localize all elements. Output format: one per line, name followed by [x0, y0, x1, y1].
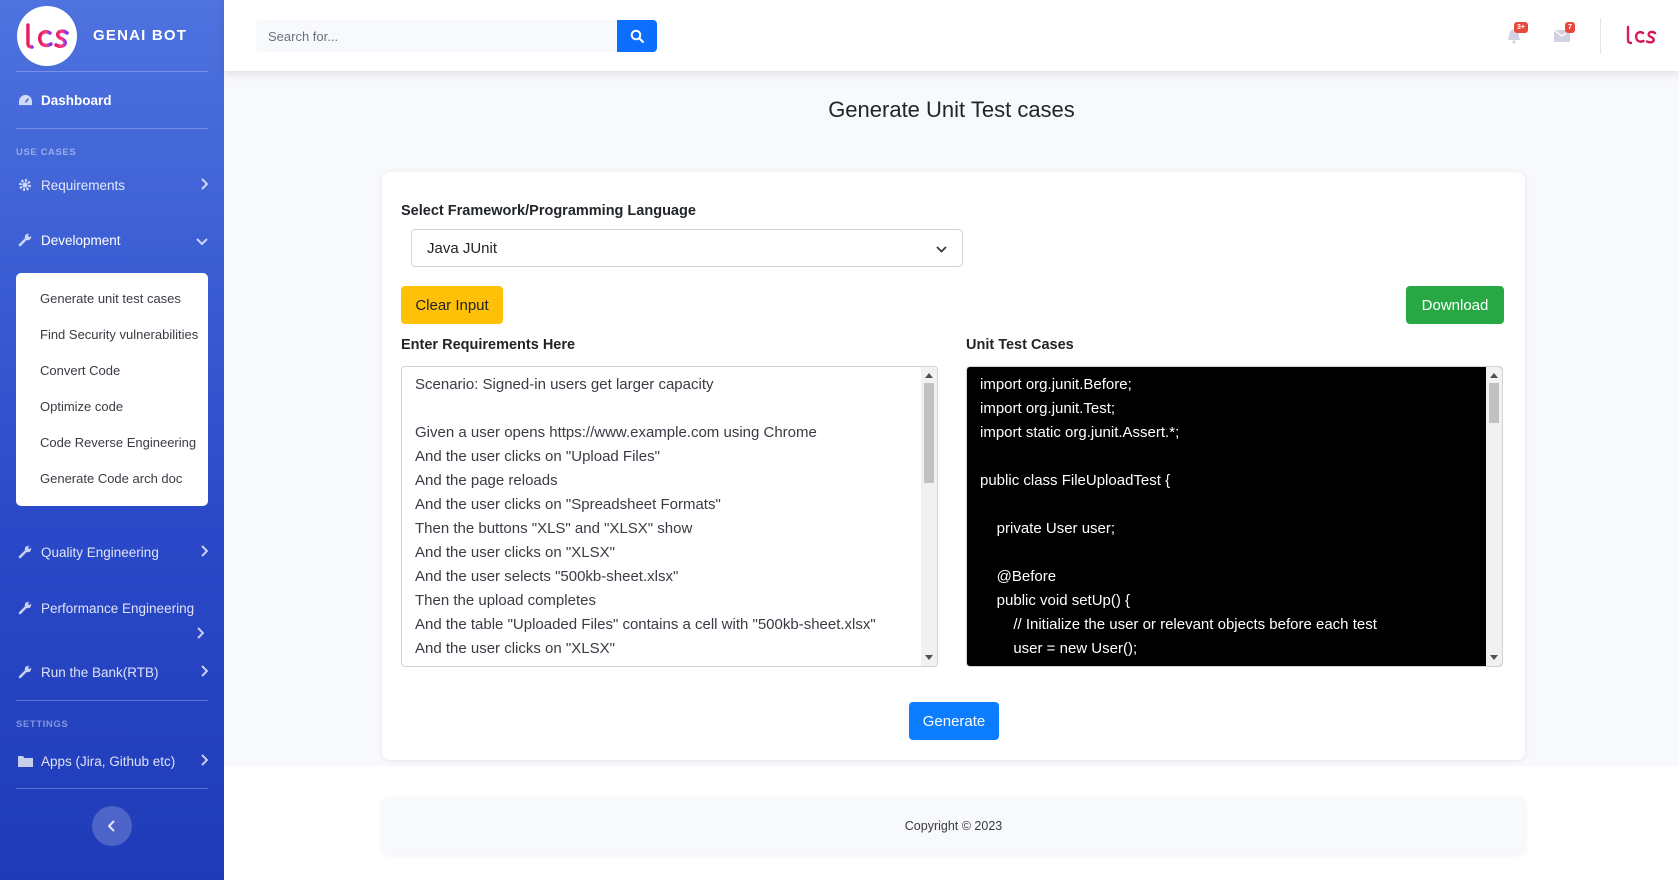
section-heading-settings: SETTINGS [16, 719, 69, 730]
sidebar-item-dashboard[interactable]: Dashboard [0, 72, 224, 128]
submenu-item-optimize-code[interactable]: Optimize code [16, 389, 208, 425]
sidebar-item-label: Dashboard [41, 92, 112, 108]
sidebar-item-apps[interactable]: Apps (Jira, Github etc) [0, 745, 224, 777]
sidebar-item-label: Quality Engineering [41, 544, 159, 560]
copyright-text: Copyright © 2023 [904, 819, 1003, 833]
section-heading-use-cases: USE CASES [16, 147, 77, 158]
sidebar-item-quality-engineering[interactable]: Quality Engineering [0, 536, 224, 568]
submenu-item-code-reverse-engineering[interactable]: Code Reverse Engineering [16, 425, 208, 461]
framework-select[interactable]: Java JUnit [411, 229, 963, 267]
wrench-icon [16, 233, 34, 247]
sidebar-item-label: Development [41, 232, 121, 248]
user-logo[interactable] [1623, 24, 1658, 51]
requirements-textarea[interactable]: Scenario: Signed-in users get larger cap… [401, 366, 938, 667]
page-title: Generate Unit Test cases [828, 97, 1075, 122]
gear-icon [16, 178, 34, 192]
scroll-up-icon[interactable] [925, 373, 933, 378]
wrench-icon [16, 545, 34, 559]
framework-select-value: Java JUnit [427, 239, 498, 257]
sidebar-item-requirements[interactable]: Requirements [0, 169, 224, 201]
clear-input-button[interactable]: Clear Input [401, 286, 503, 324]
chevron-right-icon [196, 626, 205, 644]
topbar-divider [1600, 18, 1601, 54]
search-form [256, 20, 657, 52]
sidebar-item-label: Performance Engineering [41, 600, 195, 616]
scroll-thumb[interactable] [1489, 383, 1499, 423]
chevron-down-icon [196, 233, 208, 248]
submenu-item-find-security-vulnerabilities[interactable]: Find Security vulnerabilities [16, 317, 208, 353]
requirements-label: Enter Requirements Here [401, 337, 576, 353]
scroll-up-icon[interactable] [1490, 373, 1498, 378]
brand[interactable]: GENAI BOT [0, 0, 224, 71]
sidebar-item-run-the-bank[interactable]: Run the Bank(RTB) [0, 656, 224, 688]
tcs-logo-icon [22, 22, 69, 49]
topbar: 3+ 7 [224, 0, 1679, 71]
unit-tests-text: import org.junit.Before; import org.juni… [980, 376, 1377, 657]
chevron-left-icon [108, 820, 115, 832]
footer: Copyright © 2023 [382, 798, 1525, 854]
sidebar-divider [16, 700, 208, 701]
scroll-down-icon[interactable] [1490, 655, 1498, 660]
sidebar-item-performance-engineering[interactable]: Performance Engineering [0, 592, 224, 624]
scroll-thumb[interactable] [924, 383, 934, 483]
tests-label: Unit Test Cases [966, 337, 1074, 353]
requirements-scrollbar[interactable] [921, 367, 937, 666]
tcs-logo-icon [1623, 25, 1657, 45]
chevron-right-icon [200, 544, 209, 560]
wrench-icon [16, 665, 34, 679]
sidebar-divider [16, 128, 208, 129]
tachometer-icon [16, 94, 34, 107]
messages-badge: 7 [1565, 22, 1575, 33]
chevron-right-icon [200, 177, 209, 193]
framework-label: Select Framework/Programming Language [401, 203, 696, 219]
tcs-logo [17, 5, 77, 66]
search-input[interactable] [256, 20, 617, 52]
sidebar-item-label: Run the Bank(RTB) [41, 664, 159, 680]
generate-button[interactable]: Generate [909, 702, 999, 740]
submenu-item-convert-code[interactable]: Convert Code [16, 353, 208, 389]
sidebar-toggle-button[interactable] [92, 806, 132, 846]
search-icon [630, 29, 644, 43]
unit-tests-output[interactable]: import org.junit.Before; import org.juni… [966, 366, 1503, 667]
sidebar-divider [16, 788, 208, 789]
brand-name: GENAI BOT [93, 27, 188, 44]
folder-icon [16, 755, 34, 767]
sidebar: GENAI BOT Dashboard USE CASES Requiremen… [0, 0, 224, 880]
chevron-right-icon [200, 753, 209, 769]
download-button[interactable]: Download [1406, 286, 1504, 324]
chevron-down-icon [936, 240, 947, 257]
sidebar-item-development[interactable]: Development [0, 224, 224, 256]
messages-dropdown[interactable]: 7 [1554, 22, 1578, 44]
chevron-right-icon [200, 664, 209, 680]
alerts-dropdown[interactable]: 3+ [1506, 22, 1530, 44]
development-submenu: Generate unit test cases Find Security v… [16, 273, 208, 506]
unit-tests-scrollbar[interactable] [1486, 367, 1502, 666]
search-button[interactable] [617, 20, 657, 52]
requirements-text: Scenario: Signed-in users get larger cap… [415, 376, 876, 657]
wrench-icon [16, 601, 34, 615]
submenu-item-generate-unit-test-cases[interactable]: Generate unit test cases [16, 281, 208, 317]
submenu-item-generate-code-arch-doc[interactable]: Generate Code arch doc [16, 461, 208, 497]
generator-card: Select Framework/Programming Language Ja… [382, 172, 1525, 760]
alerts-badge: 3+ [1514, 22, 1528, 33]
sidebar-item-label: Apps (Jira, Github etc) [41, 753, 176, 769]
scroll-down-icon[interactable] [925, 655, 933, 660]
sidebar-item-label: Requirements [41, 177, 126, 193]
